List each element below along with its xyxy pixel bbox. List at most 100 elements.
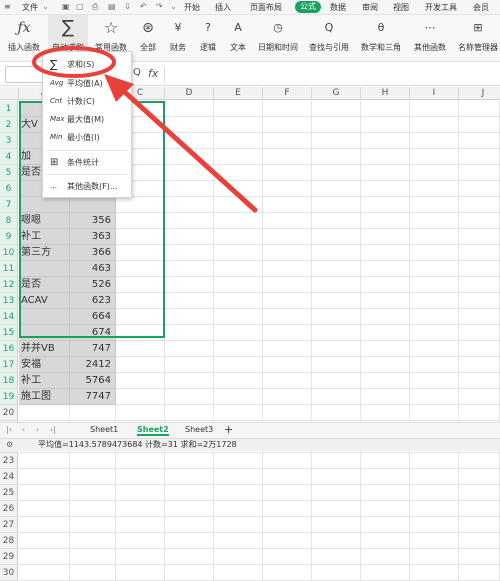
cell[interactable] [459,453,500,469]
cell-b[interactable] [70,485,116,501]
cell-a[interactable] [19,501,70,517]
cell[interactable] [410,565,459,581]
cell[interactable] [361,469,410,485]
cell[interactable] [312,453,361,469]
cell[interactable] [116,485,165,501]
cell[interactable] [263,517,312,533]
cell[interactable] [410,549,459,565]
cell[interactable] [263,469,312,485]
cell[interactable] [263,453,312,469]
cell-b[interactable] [70,533,116,549]
cell[interactable] [312,517,361,533]
cell[interactable] [165,469,214,485]
cell[interactable] [165,549,214,565]
cell[interactable] [410,533,459,549]
cell[interactable] [459,517,500,533]
cell[interactable] [312,549,361,565]
cell[interactable] [312,469,361,485]
macro-icon[interactable]: ⚙ [6,439,13,451]
cell[interactable] [165,565,214,581]
row-header[interactable]: 23 [0,453,18,469]
cell-a[interactable] [19,533,70,549]
tab-sheet3[interactable]: Sheet3 [185,425,213,434]
status-bar: ⚙ 平均值=1143.5789473684 计数=31 求和=2万1728 [0,438,500,451]
cell[interactable] [361,485,410,501]
last-sheet-icon[interactable]: ›| [50,425,56,434]
cell-a[interactable] [19,549,70,565]
cell[interactable] [361,501,410,517]
row-header[interactable]: 30 [0,565,18,581]
cell[interactable] [459,565,500,581]
cell[interactable] [165,533,214,549]
prev-sheet-icon[interactable]: ‹ [22,425,25,434]
cell-a[interactable] [19,517,70,533]
next-sheet-icon[interactable]: › [36,425,39,434]
cell[interactable] [165,501,214,517]
row-header[interactable]: 27 [0,517,18,533]
cell[interactable] [214,565,263,581]
cell-b[interactable] [70,501,116,517]
cell[interactable] [361,549,410,565]
cell[interactable] [165,453,214,469]
cell[interactable] [214,549,263,565]
cell[interactable] [116,517,165,533]
cell[interactable] [116,549,165,565]
cell-b[interactable] [70,565,116,581]
cell[interactable] [165,485,214,501]
cell[interactable] [459,533,500,549]
row-header[interactable]: 29 [0,549,18,565]
cell[interactable] [214,501,263,517]
cell[interactable] [312,565,361,581]
cell[interactable] [263,485,312,501]
cell[interactable] [410,501,459,517]
highlight-circle [32,46,116,78]
cell[interactable] [361,517,410,533]
row-header[interactable]: 24 [0,469,18,485]
cell[interactable] [361,565,410,581]
cell[interactable] [263,533,312,549]
tab-sheet1[interactable]: Sheet1 [90,425,118,434]
cell-b[interactable] [70,517,116,533]
cell[interactable] [361,533,410,549]
cell[interactable] [116,501,165,517]
row-header[interactable]: 26 [0,501,18,517]
cell[interactable] [116,565,165,581]
cell[interactable] [116,533,165,549]
cell[interactable] [263,501,312,517]
cell[interactable] [459,469,500,485]
cell-a[interactable] [19,469,70,485]
cell[interactable] [263,565,312,581]
cell-b[interactable] [70,549,116,565]
cell[interactable] [165,517,214,533]
cell[interactable] [312,533,361,549]
cell[interactable] [361,453,410,469]
tab-sheet2[interactable]: Sheet2 [137,425,169,436]
cell[interactable] [214,517,263,533]
cell[interactable] [214,533,263,549]
cell[interactable] [410,517,459,533]
cell-a[interactable] [19,453,70,469]
sheet-tab-bar: |‹ ‹ › ›| Sheet1 Sheet2 Sheet3 + [0,422,500,438]
cell[interactable] [459,501,500,517]
cell[interactable] [459,549,500,565]
cell[interactable] [312,485,361,501]
cell[interactable] [263,549,312,565]
cell[interactable] [410,469,459,485]
row-header[interactable]: 25 [0,485,18,501]
first-sheet-icon[interactable]: |‹ [6,425,12,434]
cell[interactable] [214,453,263,469]
cell[interactable] [214,469,263,485]
cell[interactable] [116,453,165,469]
cell[interactable] [214,485,263,501]
row-header[interactable]: 28 [0,533,18,549]
cell-b[interactable] [70,469,116,485]
add-sheet-button[interactable]: + [224,423,233,436]
cell[interactable] [312,501,361,517]
cell[interactable] [459,485,500,501]
cell-a[interactable] [19,485,70,501]
cell[interactable] [410,485,459,501]
cell-a[interactable] [19,565,70,581]
cell-b[interactable] [70,453,116,469]
cell[interactable] [116,469,165,485]
cell[interactable] [410,453,459,469]
